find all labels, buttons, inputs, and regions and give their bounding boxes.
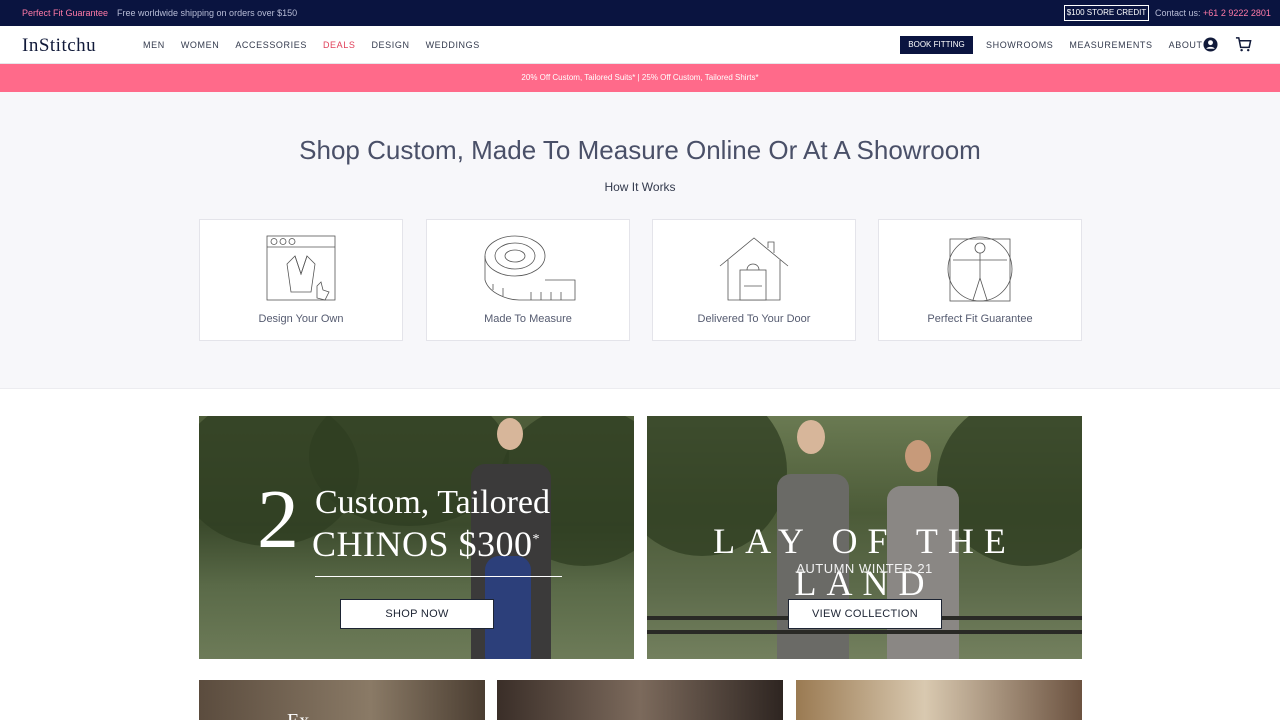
cart-icon[interactable] (1235, 36, 1252, 53)
promo-banner[interactable]: 20% Off Custom, Tailored Suits* | 25% Of… (0, 64, 1280, 92)
step-card-design[interactable]: Design Your Own (199, 219, 403, 341)
banner-number: 2 (257, 473, 299, 566)
store-credit-button[interactable]: $100 STORE CREDIT (1064, 5, 1149, 21)
nav-item-design[interactable]: DESIGN (371, 40, 409, 50)
logo-text: InStitchu (22, 35, 97, 56)
nav-item-showrooms[interactable]: SHOWROOMS (986, 40, 1053, 50)
nav-item-measurements[interactable]: MEASUREMENTS (1069, 40, 1152, 50)
step-label: Made To Measure (484, 313, 572, 325)
step-label: Delivered To Your Door (697, 313, 811, 325)
nav-item-deals[interactable]: DEALS (323, 40, 356, 50)
model-head (497, 418, 523, 450)
step-label: Perfect Fit Guarantee (927, 313, 1033, 325)
male-model-head (797, 420, 825, 454)
collection-subtitle: AUTUMN WINTER 21 (796, 561, 933, 576)
feature-tile[interactable]: Ex (199, 680, 485, 720)
banner-line2-text: CHINOS $300 (312, 524, 533, 564)
perfect-fit-link[interactable]: Perfect Fit Guarantee (22, 8, 108, 18)
main-navigation: InStitchu MEN WOMEN ACCESSORIES DEALS DE… (0, 26, 1280, 64)
user-icon[interactable] (1203, 37, 1218, 52)
asterisk: * (532, 532, 541, 547)
lay-of-the-land-banner[interactable]: LAY OF THE LAND AUTUMN WINTER 21 VIEW CO… (647, 416, 1082, 659)
banner-line1: Custom, Tailored (315, 484, 550, 521)
step-card-delivery[interactable]: Delivered To Your Door (652, 219, 856, 341)
tile-heading: Ex (287, 710, 309, 720)
primary-menu: MEN WOMEN ACCESSORIES DEALS DESIGN WEDDI… (143, 40, 496, 50)
secondary-menu: SHOWROOMS MEASUREMENTS ABOUT (986, 40, 1219, 50)
feature-tile[interactable] (497, 680, 783, 720)
nav-item-men[interactable]: MEN (143, 40, 165, 50)
house-bag-icon (719, 237, 789, 301)
how-it-works-section: Shop Custom, Made To Measure Online Or A… (0, 92, 1280, 389)
browser-jacket-icon (266, 235, 336, 301)
view-collection-button[interactable]: VIEW COLLECTION (788, 599, 942, 629)
shipping-notice: Free worldwide shipping on orders over $… (117, 8, 298, 18)
banner-divider (315, 576, 562, 577)
contact-label: Contact us: (1155, 8, 1201, 18)
nav-item-weddings[interactable]: WEDDINGS (426, 40, 480, 50)
banner-line2: CHINOS $300* (312, 523, 540, 565)
top-utility-bar: Perfect Fit Guarantee Free worldwide shi… (0, 0, 1280, 26)
vitruvian-man-icon (947, 236, 1013, 302)
site-logo[interactable]: InStitchu (22, 35, 96, 57)
shop-now-button[interactable]: SHOP NOW (340, 599, 494, 629)
female-model-head (905, 440, 931, 472)
step-card-measure[interactable]: Made To Measure (426, 219, 630, 341)
nav-item-women[interactable]: WOMEN (181, 40, 220, 50)
measuring-tape-icon (484, 235, 576, 301)
step-label: Design Your Own (258, 313, 344, 325)
fence-rail (647, 630, 1082, 634)
section-title: Shop Custom, Made To Measure Online Or A… (299, 135, 981, 165)
phone-link[interactable]: +61 2 9222 2801 (1203, 8, 1271, 18)
nav-item-about[interactable]: ABOUT (1169, 40, 1203, 50)
step-card-guarantee[interactable]: Perfect Fit Guarantee (878, 219, 1082, 341)
section-subtitle: How It Works (604, 180, 676, 194)
feature-tile[interactable] (796, 680, 1082, 720)
book-fitting-button[interactable]: BOOK FITTING (900, 36, 973, 54)
contact-info: Contact us: +61 2 9222 2801 (1155, 8, 1271, 18)
nav-item-accessories[interactable]: ACCESSORIES (235, 40, 307, 50)
chinos-banner[interactable]: 2 Custom, Tailored CHINOS $300* SHOP NOW (199, 416, 634, 659)
